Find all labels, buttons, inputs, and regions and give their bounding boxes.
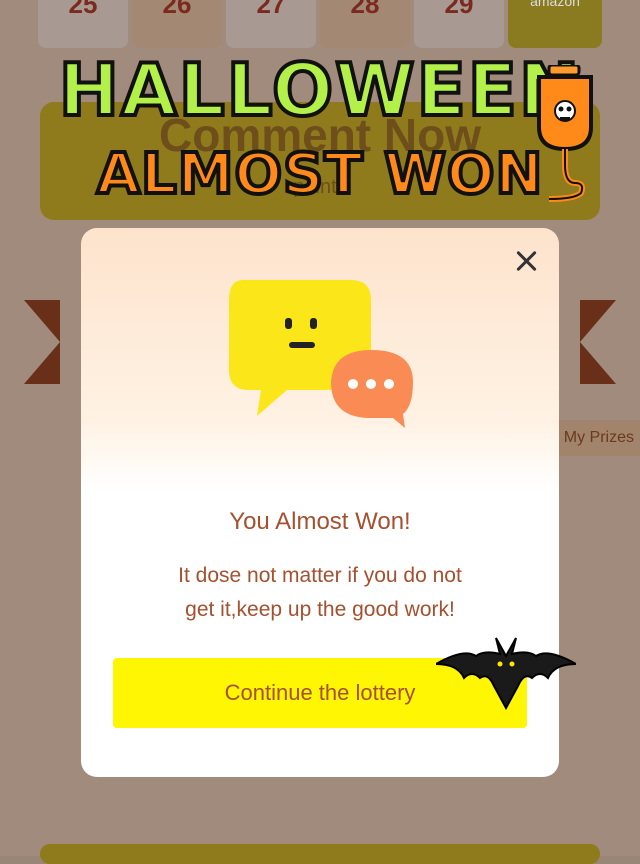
chat-face-icon bbox=[229, 280, 413, 428]
date-cell: 27 bbox=[226, 0, 316, 48]
close-icon[interactable] bbox=[515, 250, 537, 272]
dialog-title: You Almost Won! bbox=[229, 508, 411, 535]
bottom-strip bbox=[40, 844, 600, 864]
dialog-message: It dose not matter if you do not bbox=[178, 564, 462, 587]
amazon-cell: amazon bbox=[508, 0, 602, 48]
dialog-message: get it,keep up the good work! bbox=[185, 598, 455, 621]
bat-icon bbox=[436, 637, 576, 710]
date-cell: 26 bbox=[132, 0, 222, 48]
date-cell: 29 bbox=[414, 0, 504, 48]
my-prizes-tab: My Prizes bbox=[550, 420, 640, 456]
ribbon-right bbox=[580, 300, 616, 384]
iv-bag-icon bbox=[537, 65, 593, 202]
calendar-strip: 25 26 27 28 29 amazon bbox=[38, 0, 602, 48]
date-cell: 28 bbox=[320, 0, 410, 48]
ribbon-left bbox=[24, 300, 60, 384]
date-cell: 25 bbox=[38, 0, 128, 48]
